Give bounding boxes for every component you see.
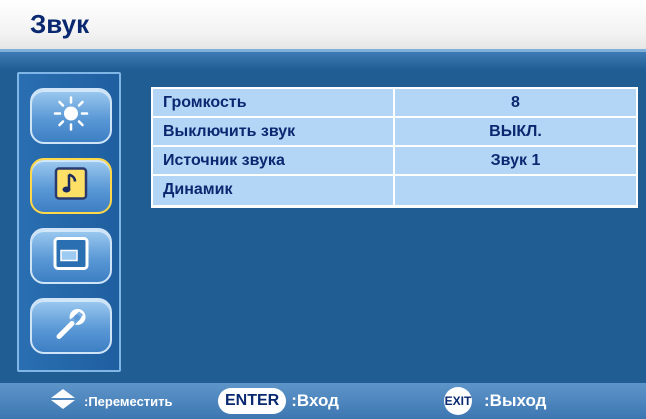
setting-label: Динамик — [153, 176, 395, 205]
wrench-icon — [53, 306, 89, 347]
setting-value[interactable]: Звук 1 — [395, 147, 636, 174]
sidebar-item-screen[interactable] — [30, 228, 112, 284]
up-down-arrows-icon — [50, 388, 76, 415]
setting-value[interactable] — [395, 176, 636, 205]
sound-settings-table: Громкость 8 Выключить звук ВЫКЛ. Источни… — [151, 87, 638, 208]
page-title: Звук — [30, 9, 90, 39]
enter-key-badge: ENTER — [218, 388, 287, 414]
setting-label: Громкость — [153, 89, 395, 116]
title-bar: Звук — [0, 0, 646, 52]
music-note-icon — [54, 167, 88, 206]
sidebar — [17, 72, 121, 372]
exit-key-badge: EXIT — [444, 387, 472, 415]
setting-row-audio-source[interactable]: Источник звука Звук 1 — [153, 147, 636, 176]
exit-hint-label: :Выход — [484, 391, 547, 410]
screen-icon — [53, 237, 89, 276]
sidebar-item-sound[interactable] — [30, 158, 112, 214]
setting-row-mute[interactable]: Выключить звук ВЫКЛ. — [153, 118, 636, 147]
setting-value[interactable]: ВЫКЛ. — [395, 118, 636, 145]
sidebar-item-picture[interactable] — [30, 88, 112, 144]
sidebar-item-setup[interactable] — [30, 298, 112, 354]
title-divider — [0, 52, 646, 70]
brightness-icon — [53, 96, 89, 137]
move-hint-label: :Переместить — [84, 393, 173, 409]
setting-row-volume[interactable]: Громкость 8 — [153, 89, 636, 118]
footer-hint-bar: :Переместить ENTER :Вход EXIT :Выход — [0, 383, 646, 419]
enter-hint-label: :Вход — [291, 391, 339, 410]
enter-hint: ENTER :Вход — [218, 383, 339, 419]
setting-row-speaker[interactable]: Динамик — [153, 176, 636, 205]
setting-label: Источник звука — [153, 147, 395, 174]
move-hint: :Переместить — [50, 383, 173, 419]
exit-hint: EXIT :Выход — [444, 383, 546, 419]
setting-value[interactable]: 8 — [395, 89, 636, 116]
setting-label: Выключить звук — [153, 118, 395, 145]
